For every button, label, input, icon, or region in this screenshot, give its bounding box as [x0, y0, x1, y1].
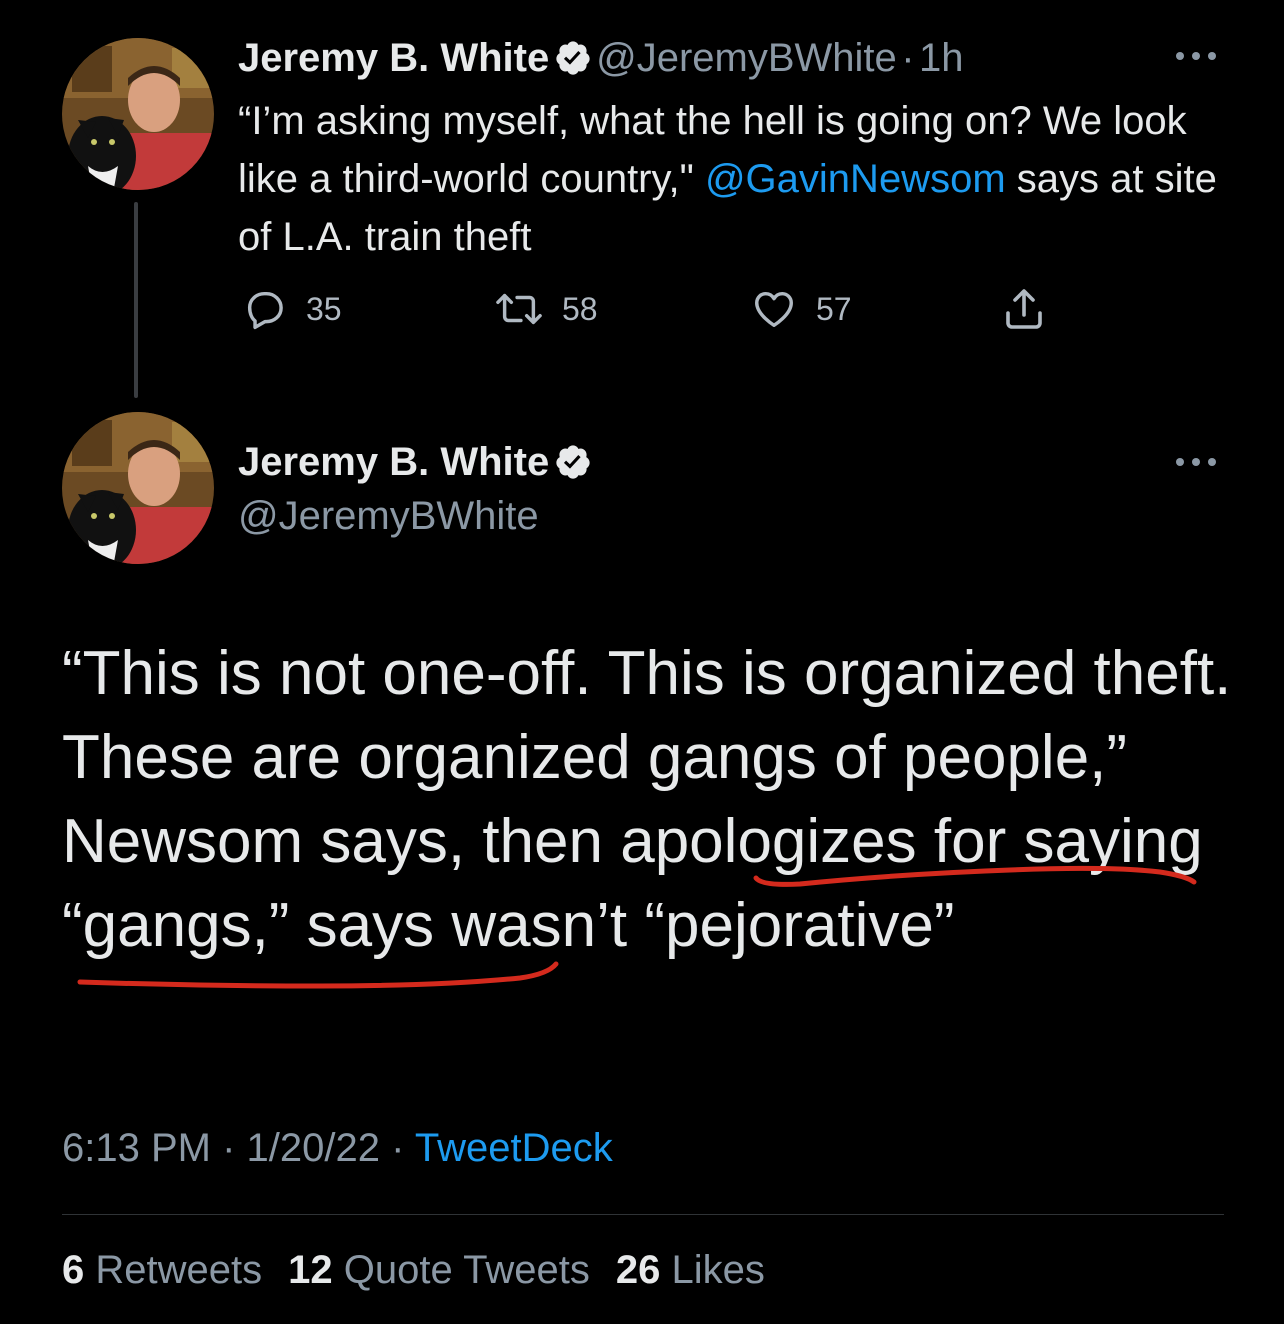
more-options-icon[interactable]: [1172, 452, 1220, 472]
likes-stat[interactable]: 26 Likes: [616, 1248, 765, 1292]
divider: [62, 1214, 1224, 1215]
source-link[interactable]: TweetDeck: [415, 1126, 613, 1170]
quote-tweets-count: 12: [288, 1248, 333, 1292]
avatar-photo: [62, 38, 214, 190]
quote-tweets-stat[interactable]: 12 Quote Tweets: [288, 1248, 590, 1292]
separator-dot: ·: [901, 36, 915, 80]
tweet2-body: “This is not one-off. This is organized …: [62, 632, 1232, 968]
thread-connector: [134, 202, 138, 398]
quote-tweets-label: Quote Tweets: [343, 1248, 590, 1292]
avatar-photo: [62, 412, 214, 564]
author-handle[interactable]: @JeremyBWhite: [238, 494, 539, 539]
tweet1-body: “I’m asking myself, what the hell is goi…: [238, 92, 1238, 266]
author-name[interactable]: Jeremy B. White: [238, 440, 549, 484]
retweet-button[interactable]: 58: [494, 284, 598, 334]
retweet-count: 58: [562, 290, 598, 327]
retweet-icon: [496, 293, 542, 325]
separator-dot: ·: [391, 1126, 405, 1170]
like-count: 57: [816, 290, 852, 327]
reply-icon: [247, 291, 283, 330]
likes-count: 26: [615, 1248, 661, 1292]
tweet-time[interactable]: 6:13 PM: [62, 1126, 211, 1170]
mention-link[interactable]: @GavinNewsom: [705, 157, 1006, 201]
tweet1-header: Jeremy B. White @JeremyBWhite · 1h: [238, 36, 964, 81]
tweet-meta: 6:13 PM · 1/20/22 · TweetDeck: [62, 1126, 613, 1171]
tweet-date[interactable]: 1/20/22: [247, 1126, 380, 1170]
tweet-text: says wasn’t “pejorative”: [289, 891, 955, 960]
engagement-stats: 6 Retweets 12 Quote Tweets 26 Likes: [62, 1248, 765, 1293]
avatar[interactable]: [62, 38, 214, 190]
reply-count: 35: [306, 290, 342, 327]
retweets-label: Retweets: [95, 1248, 263, 1292]
more-options-icon[interactable]: [1172, 46, 1220, 66]
like-button[interactable]: 57: [750, 284, 852, 334]
tweet-text: [917, 807, 934, 876]
retweets-count: 6: [62, 1248, 85, 1292]
author-handle[interactable]: @JeremyBWhite: [596, 36, 897, 80]
separator-dot: ·: [222, 1126, 236, 1170]
tweet2-author: Jeremy B. White: [238, 440, 592, 485]
share-button[interactable]: [1000, 284, 1048, 334]
tweet-time[interactable]: 1h: [919, 36, 964, 80]
heart-icon: [755, 291, 793, 328]
author-name[interactable]: Jeremy B. White: [238, 36, 549, 80]
share-icon: [1006, 289, 1042, 329]
reply-button[interactable]: 35: [242, 284, 342, 334]
verified-badge-icon: [556, 445, 590, 479]
avatar[interactable]: [62, 412, 214, 564]
verified-badge-icon: [556, 41, 590, 75]
underlined-phrase: then apologizes: [482, 807, 917, 876]
retweets-stat[interactable]: 6 Retweets: [62, 1248, 262, 1292]
likes-label: Likes: [671, 1248, 765, 1292]
